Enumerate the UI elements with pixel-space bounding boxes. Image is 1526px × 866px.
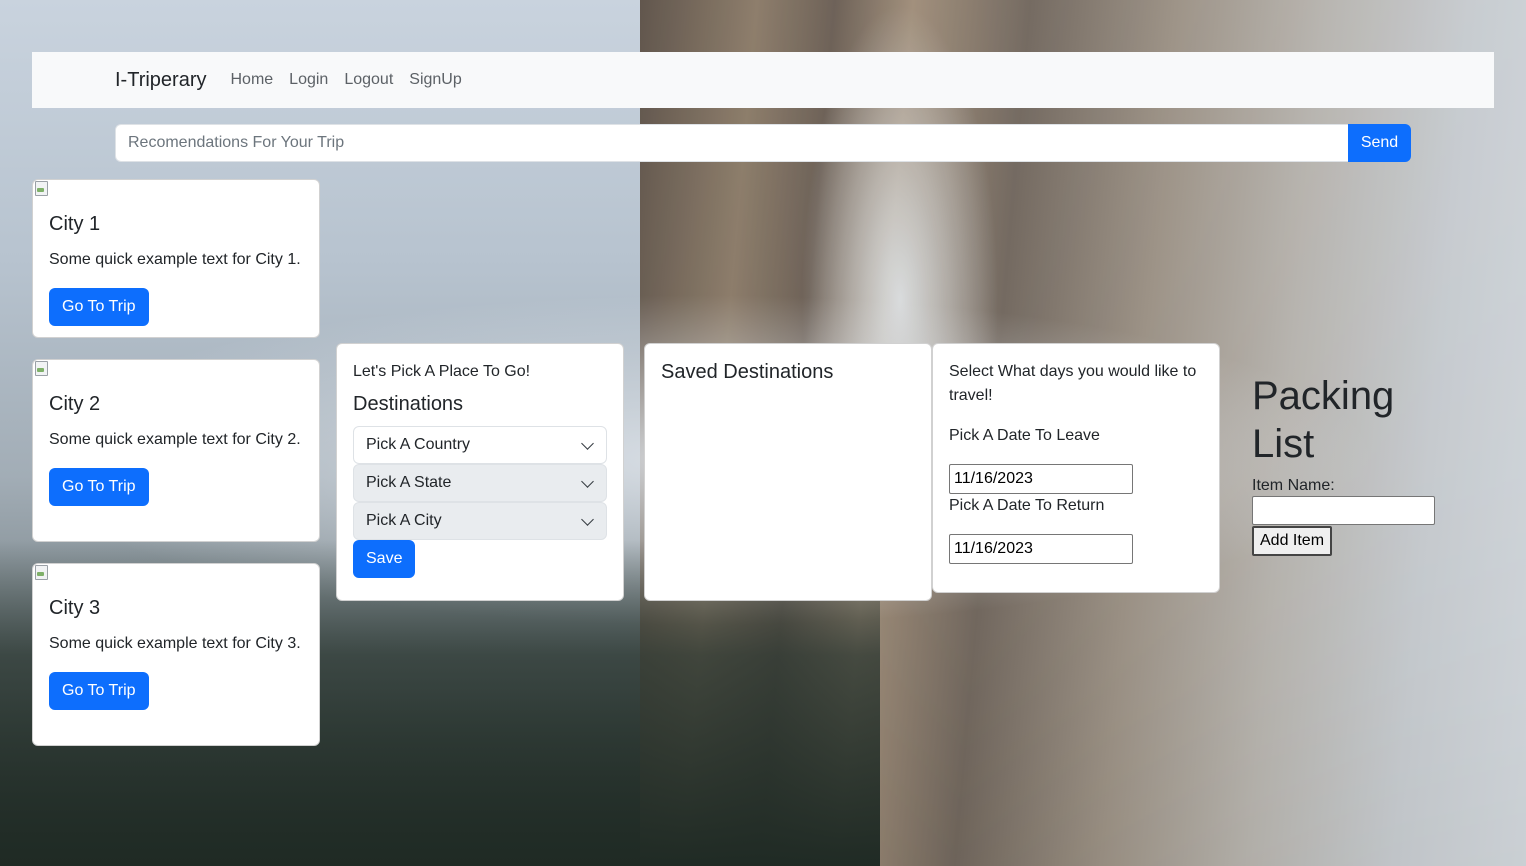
destinations-heading: Destinations	[353, 393, 464, 415]
chevron-down-icon	[581, 513, 594, 526]
leave-date-input[interactable]	[949, 464, 1133, 494]
item-name-input[interactable]	[1252, 496, 1435, 525]
city-title: City 2	[49, 393, 101, 415]
nav-link-login[interactable]: Login	[289, 71, 328, 89]
go-to-trip-button[interactable]: Go To Trip	[49, 672, 149, 710]
go-to-trip-button[interactable]: Go To Trip	[49, 468, 149, 506]
packing-list-title: Packing List	[1252, 374, 1395, 466]
saved-destinations-title: Saved Destinations	[661, 361, 834, 383]
leave-date-label: Pick A Date To Leave	[949, 427, 1100, 444]
destinations-intro: Let's Pick A Place To Go!	[353, 363, 531, 380]
city-image-placeholder	[33, 564, 49, 580]
country-select-value: Pick A Country	[366, 436, 471, 453]
city-image-placeholder	[33, 360, 49, 376]
city-text: Some quick example text for City 3.	[49, 635, 301, 652]
city-title: City 3	[49, 597, 101, 619]
city-text: Some quick example text for City 1.	[49, 251, 301, 268]
chevron-down-icon	[581, 475, 594, 488]
save-button[interactable]: Save	[353, 540, 416, 578]
state-select-value: Pick A State	[366, 474, 452, 491]
navbar: I-Triperary Home Login Logout SignUp	[32, 52, 1494, 108]
packing-list: Packing List Item Name: Add Item	[1252, 372, 1435, 556]
saved-destinations-card: Saved Destinations	[644, 343, 932, 601]
go-to-trip-button[interactable]: Go To Trip	[49, 288, 149, 326]
brand-logo[interactable]: I-Triperary	[115, 69, 206, 92]
send-button[interactable]: Send	[1348, 124, 1411, 162]
return-date-input[interactable]	[949, 534, 1133, 564]
travel-dates-card: Select What days you would like to trave…	[932, 343, 1220, 593]
add-item-button[interactable]: Add Item	[1252, 526, 1333, 556]
recommendation-input[interactable]	[115, 124, 1348, 162]
recommendation-search: Send	[115, 124, 1411, 162]
item-name-label: Item Name:	[1252, 477, 1335, 494]
dates-prompt: Select What days you would like to trave…	[949, 363, 1197, 404]
destinations-card: Let's Pick A Place To Go! Destinations P…	[336, 343, 624, 601]
city-select[interactable]: Pick A City	[353, 502, 607, 540]
nav-link-home[interactable]: Home	[230, 71, 273, 89]
city-image-placeholder	[33, 180, 49, 196]
city-select-value: Pick A City	[366, 512, 442, 529]
state-select[interactable]: Pick A State	[353, 464, 607, 502]
city-card-2: City 2 Some quick example text for City …	[32, 359, 320, 542]
nav-link-logout[interactable]: Logout	[344, 71, 393, 89]
chevron-down-icon	[581, 437, 594, 450]
country-select[interactable]: Pick A Country	[353, 426, 607, 464]
city-card-3: City 3 Some quick example text for City …	[32, 563, 320, 746]
city-card-1: City 1 Some quick example text for City …	[32, 179, 320, 338]
return-date-label: Pick A Date To Return	[949, 497, 1105, 514]
city-title: City 1	[49, 213, 101, 235]
nav-link-signup[interactable]: SignUp	[409, 71, 461, 89]
city-text: Some quick example text for City 2.	[49, 431, 301, 448]
